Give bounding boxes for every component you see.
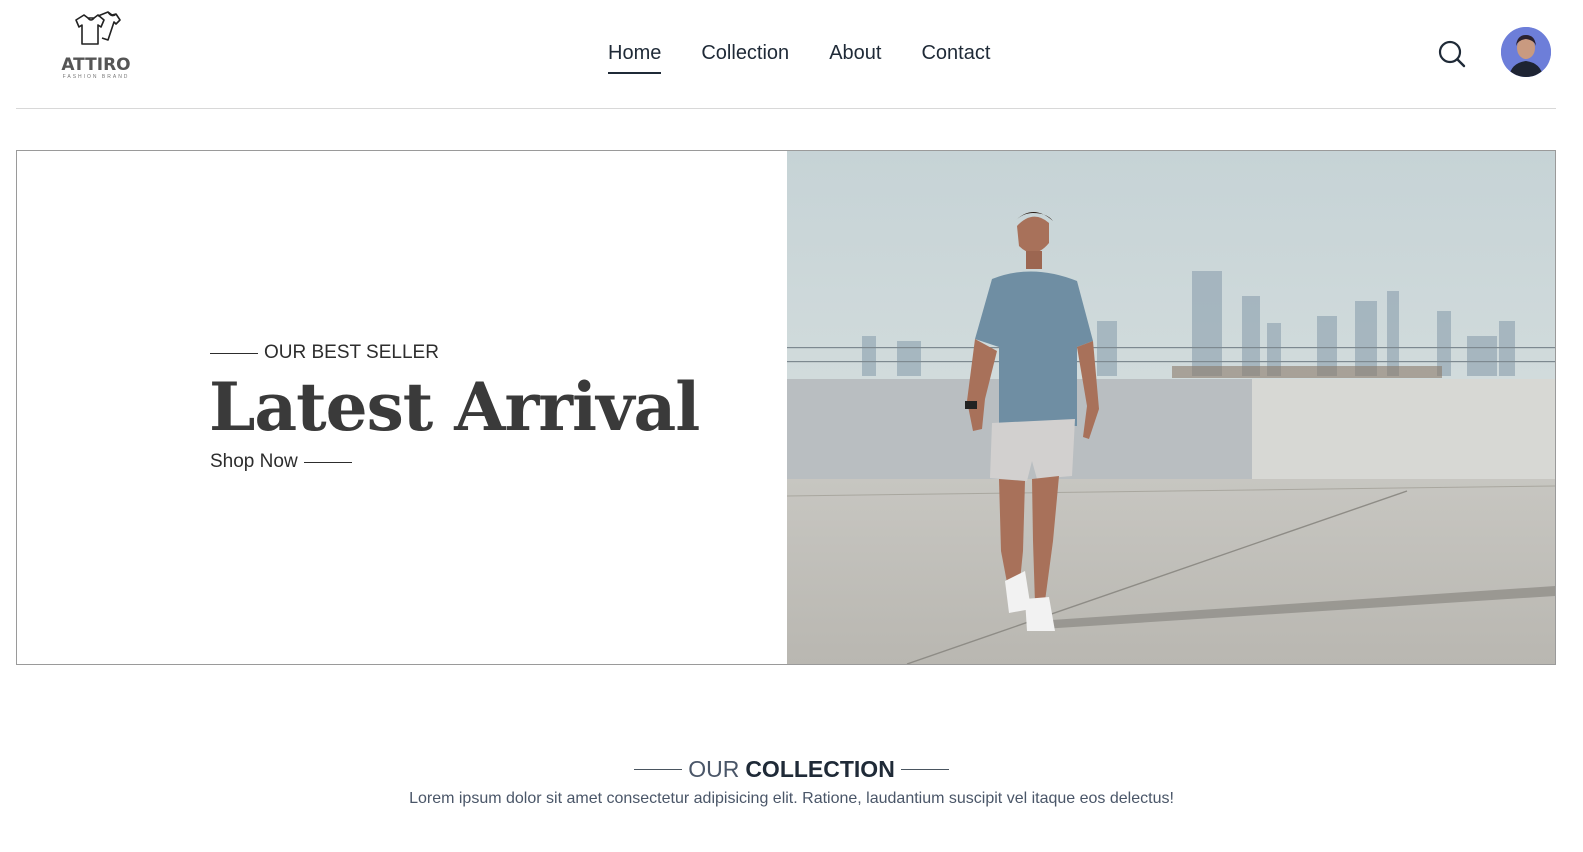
collection-title-light: OUR [688,756,740,782]
collection-heading: OUR COLLECTION [0,756,1583,783]
shop-now-link[interactable]: Shop Now [210,451,352,473]
main-nav: Home Collection About Contact [608,40,990,74]
shop-now-label: Shop Now [210,451,298,472]
search-icon [1438,40,1466,68]
eyebrow-divider [210,352,258,354]
rooftop-model-photo [787,151,1555,664]
hero-banner: OUR BEST SELLER Latest Arrival Shop Now [16,150,1556,665]
hero-eyebrow-text: OUR BEST SELLER [264,342,439,363]
user-avatar[interactable] [1501,27,1551,77]
collection-title-bold: COLLECTION [745,756,895,782]
collection-divider-left [634,769,683,770]
hero-title: Latest Arrival [209,368,700,446]
person-avatar-icon [1501,27,1551,77]
nav-contact[interactable]: Contact [921,40,990,70]
hero-image [787,151,1555,664]
collection-description: Lorem ipsum dolor sit amet consectetur a… [409,790,1174,807]
search-button[interactable] [1436,38,1468,70]
site-header: ATTIRO FASHION BRAND Home Collection Abo… [16,0,1556,109]
hero-eyebrow: OUR BEST SELLER [210,342,439,364]
nav-collection[interactable]: Collection [701,40,789,70]
brand-logo[interactable]: ATTIRO FASHION BRAND [54,10,138,86]
collection-divider-right [900,769,949,770]
brand-name: ATTIRO [61,55,131,75]
nav-home[interactable]: Home [608,40,662,74]
tshirt-logo-icon [75,11,121,45]
brand-tagline: FASHION BRAND [62,74,130,80]
nav-about[interactable]: About [829,40,881,70]
hero-text-panel: OUR BEST SELLER Latest Arrival Shop Now [17,151,787,664]
shop-now-divider [303,461,352,463]
